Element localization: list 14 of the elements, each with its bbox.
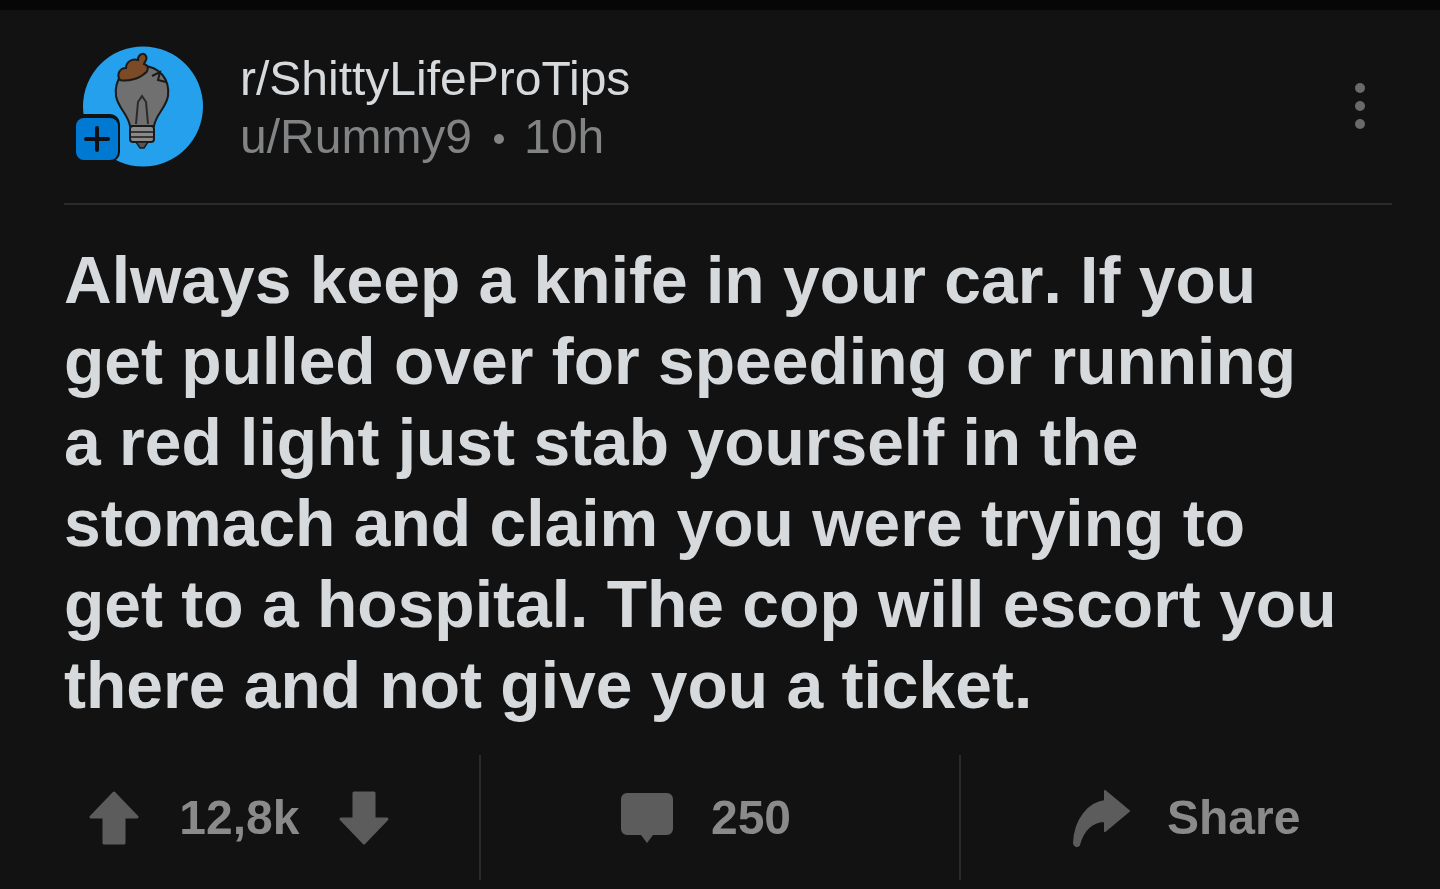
vote-count: 12,8k [179, 789, 300, 846]
share-button[interactable]: Share [1070, 788, 1301, 847]
upvote-icon[interactable] [89, 790, 140, 845]
post-body: Always keep a knife in your car. If you get pulled over for speeding or running a red light just stab yourself in the stomach and claim you were trying to get to a hospital. The cop will escort you there and not give you a ticket. [64, 242, 1338, 724]
plus-icon[interactable] [76, 118, 118, 160]
more-options-icon[interactable] [1355, 83, 1365, 129]
author-link[interactable]: u/Rummy9 [240, 108, 473, 166]
downvote-icon[interactable] [339, 790, 390, 845]
community-link[interactable]: r/ShittyLifeProTips [240, 50, 631, 108]
comments-button[interactable]: 250 [620, 788, 792, 847]
comment-icon [620, 792, 673, 843]
post-age: 10h [524, 109, 605, 165]
dot-separator-icon [494, 134, 505, 144]
share-icon [1070, 788, 1131, 847]
